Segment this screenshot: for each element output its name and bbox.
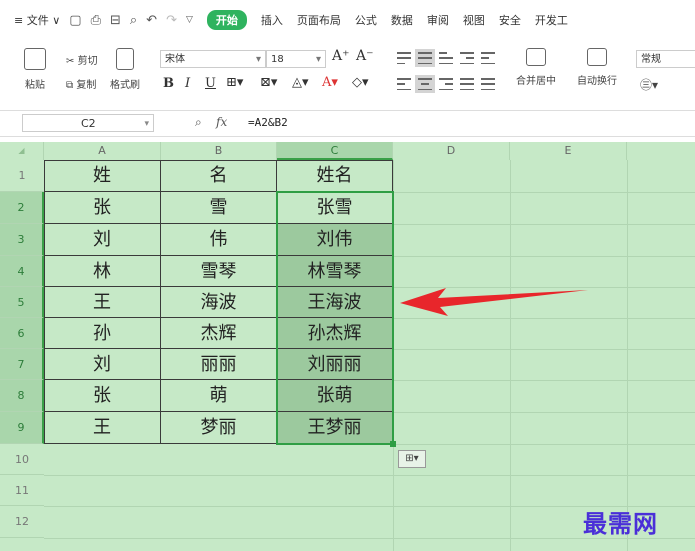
red-arrow-annotation xyxy=(400,288,588,316)
watermark: 最需网 xyxy=(583,510,658,538)
